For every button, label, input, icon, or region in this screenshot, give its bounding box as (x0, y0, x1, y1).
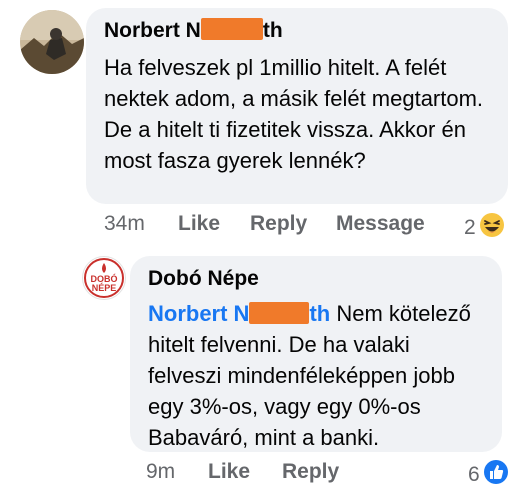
reply-button[interactable]: Reply (282, 460, 339, 484)
comment-bubble: Norbert Nth Ha felveszek pl 1millio hite… (86, 8, 508, 204)
avatar[interactable] (20, 10, 84, 74)
mention-link[interactable]: Norbert Nth (148, 301, 330, 326)
comment-timestamp[interactable]: 34m (104, 212, 145, 236)
like-button[interactable]: Like (208, 460, 250, 484)
reaction-count: 6 (468, 462, 480, 486)
haha-emoji-icon (479, 212, 505, 243)
redaction-bar (200, 18, 263, 40)
reaction-count: 2 (464, 215, 476, 239)
reaction-summary[interactable]: 2 (464, 212, 505, 243)
message-button[interactable]: Message (336, 212, 425, 236)
redaction-bar (249, 302, 310, 324)
comment-timestamp[interactable]: 9m (146, 460, 175, 484)
reply-button[interactable]: Reply (250, 212, 307, 236)
like-thumb-icon (483, 459, 509, 490)
comment-author[interactable]: Norbert Nth (104, 18, 494, 44)
svg-text:NÉPE: NÉPE (92, 283, 117, 293)
like-button[interactable]: Like (178, 212, 220, 236)
reaction-summary[interactable]: 6 (468, 459, 509, 490)
comment-text: Norbert Nth Nem kötelező hitelt felvenni… (148, 301, 471, 450)
avatar[interactable]: DOBÓ NÉPE (82, 256, 126, 300)
comment-author[interactable]: Dobó Népe (148, 266, 488, 292)
comment-text: Ha felveszek pl 1millio hitelt. A felét … (104, 55, 484, 173)
comment-bubble: Dobó Népe Norbert Nth Nem kötelező hitel… (130, 256, 502, 452)
